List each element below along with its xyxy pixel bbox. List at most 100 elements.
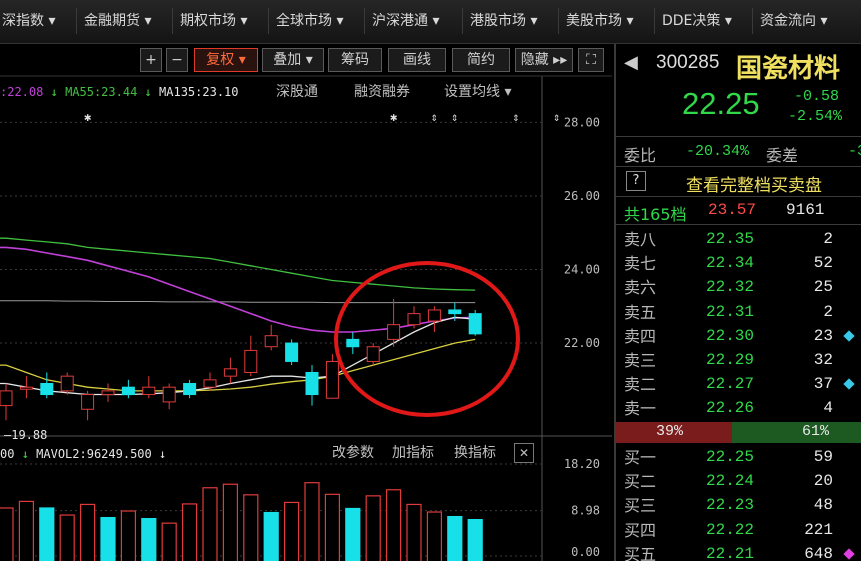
volume-tick-label: 18.20 <box>564 457 600 471</box>
vol-down-arrow-icon: ↓ <box>21 447 29 461</box>
help-icon[interactable]: ? <box>626 171 646 191</box>
buy-price: 22.21 <box>706 544 755 561</box>
levels-price: 23.57 <box>708 201 757 219</box>
vol-partial-value: 00 <box>0 447 15 461</box>
volume-bar <box>100 516 116 561</box>
change-marker-icon <box>843 548 855 560</box>
sell-row[interactable]: 卖七 22.34 52 <box>616 252 861 275</box>
volume-bar <box>0 507 14 561</box>
sell-row[interactable]: 卖八 22.35 2 <box>616 228 861 251</box>
event-marker-icon: ⇕ <box>451 110 458 124</box>
candle-body <box>0 390 13 407</box>
low-price-label: —19.88 <box>4 428 47 442</box>
buy-ratio-fill <box>732 422 861 443</box>
menu-item-7[interactable]: DDE决策 ▾ <box>662 10 732 32</box>
sell-price: 22.29 <box>706 351 755 369</box>
stock-code: 300285 <box>656 52 720 73</box>
mavol2-value: MAVOL2:96249.500 <box>36 447 152 461</box>
sell-price: 22.35 <box>706 230 755 248</box>
buy-volume: 48 <box>813 496 833 515</box>
sell-row[interactable]: 卖六 22.32 25 <box>616 276 861 299</box>
candle-body <box>366 346 380 362</box>
volume-indicator-line: 00 ↓ MAVOL2:96249.500 ↓ <box>0 444 166 464</box>
candle-body <box>325 360 339 399</box>
candle-body <box>19 386 33 390</box>
sell-row[interactable]: 卖二 22.27 37 <box>616 373 861 396</box>
sell-ratio-text: 39% <box>656 423 684 440</box>
quote-panel: ◀ 300285 国瓷材料 22.25 -0.58 -2.54% 委比 -20.… <box>614 44 861 561</box>
sell-level-label: 卖八 <box>624 230 657 249</box>
sell-row[interactable]: 卖一 22.26 4 <box>616 397 861 420</box>
sell-level-label: 卖四 <box>624 326 657 346</box>
volume-bar <box>406 503 422 561</box>
add-indicator-button[interactable]: 加指标 <box>392 443 434 463</box>
volume-tick-label: 0.00 <box>571 545 600 559</box>
volume-bar <box>59 514 75 561</box>
price-tick-label: 28.00 <box>564 115 600 129</box>
volume-bar <box>345 507 361 561</box>
buy-row[interactable]: 买一 22.25 59 <box>616 446 861 469</box>
levels-label: 共165档 <box>624 205 687 224</box>
buy-row[interactable]: 买三 22.23 48 <box>616 494 861 517</box>
buy-row[interactable]: 买五 22.21 648 <box>616 543 861 561</box>
buy-price: 22.24 <box>706 472 755 491</box>
menu-separator <box>654 8 655 34</box>
close-icon[interactable]: ✕ <box>514 443 534 463</box>
sell-level-label: 卖五 <box>624 302 657 322</box>
sell-volume: 2 <box>823 230 833 248</box>
candle-body <box>407 313 421 326</box>
candle-body <box>121 386 135 396</box>
volume-bar <box>263 511 279 561</box>
menu-item-8[interactable]: 资金流向 ▾ <box>760 10 827 32</box>
event-marker-icon: ✱ <box>84 110 91 124</box>
sell-level-label: 卖二 <box>624 375 657 395</box>
sell-level-label: 卖一 <box>624 399 657 419</box>
sell-row[interactable]: 卖三 22.29 32 <box>616 349 861 372</box>
sell-row[interactable]: 卖四 22.30 23 <box>616 325 861 348</box>
divider <box>616 196 861 197</box>
volume-tick-label: 8.98 <box>571 504 600 518</box>
sell-row[interactable]: 卖五 22.31 2 <box>616 301 861 324</box>
price-change: -0.58 <box>794 88 840 105</box>
candle-body <box>244 349 258 373</box>
event-marker-icon: ✱ <box>390 110 397 124</box>
price-tick-label: 26.00 <box>564 189 600 203</box>
price-tick-label: 22.00 <box>564 336 600 350</box>
collapse-arrow-icon[interactable]: ◀ <box>624 52 638 73</box>
weicha-label: 委差 <box>766 146 799 165</box>
volume-bar <box>161 522 177 561</box>
candle-body <box>264 335 278 348</box>
full-order-book-link[interactable]: 查看完整档买卖盘 <box>686 171 822 196</box>
kline-chart[interactable]: 28.00 26.00 24.00 22.00 ✱ ✱ ⇕ ⇕ ⇕ ⇕ —19.88 18.20 8.9… <box>0 0 612 561</box>
buy-price: 22.25 <box>706 448 755 466</box>
price-tick-label: 24.00 <box>564 263 600 277</box>
change-marker-icon <box>843 330 855 342</box>
volume-bar <box>447 515 463 561</box>
volume-bar <box>426 511 442 561</box>
volume-bar <box>39 507 55 561</box>
sell-volume: 23 <box>813 326 833 345</box>
buy-row[interactable]: 买二 22.24 20 <box>616 470 861 493</box>
edit-params-button[interactable]: 改参数 <box>332 443 374 463</box>
volume-bar <box>18 500 34 561</box>
buy-row[interactable]: 买四 22.22 221 <box>616 519 861 542</box>
sell-price: 22.34 <box>706 254 755 273</box>
divider <box>616 224 861 225</box>
candle-body <box>162 386 176 403</box>
volume-bar <box>202 487 218 561</box>
buy-level-label: 买三 <box>624 496 657 516</box>
volume-bar <box>324 493 340 561</box>
candle-body <box>448 309 462 315</box>
sell-price: 22.32 <box>706 278 755 297</box>
volume-bar <box>222 483 238 561</box>
menu-separator <box>752 8 753 34</box>
buy-level-label: 买二 <box>624 472 657 492</box>
event-marker-icon: ⇕ <box>553 110 560 124</box>
change-indicator-button[interactable]: 换指标 <box>454 443 496 463</box>
stock-name: 国瓷材料 <box>736 54 841 84</box>
buy-sell-ratio-bar: 39% 61% <box>616 422 861 443</box>
volume-bar <box>79 503 96 561</box>
sell-volume: 37 <box>813 375 833 394</box>
candle-body <box>305 371 319 396</box>
buy-price: 22.23 <box>706 496 755 515</box>
